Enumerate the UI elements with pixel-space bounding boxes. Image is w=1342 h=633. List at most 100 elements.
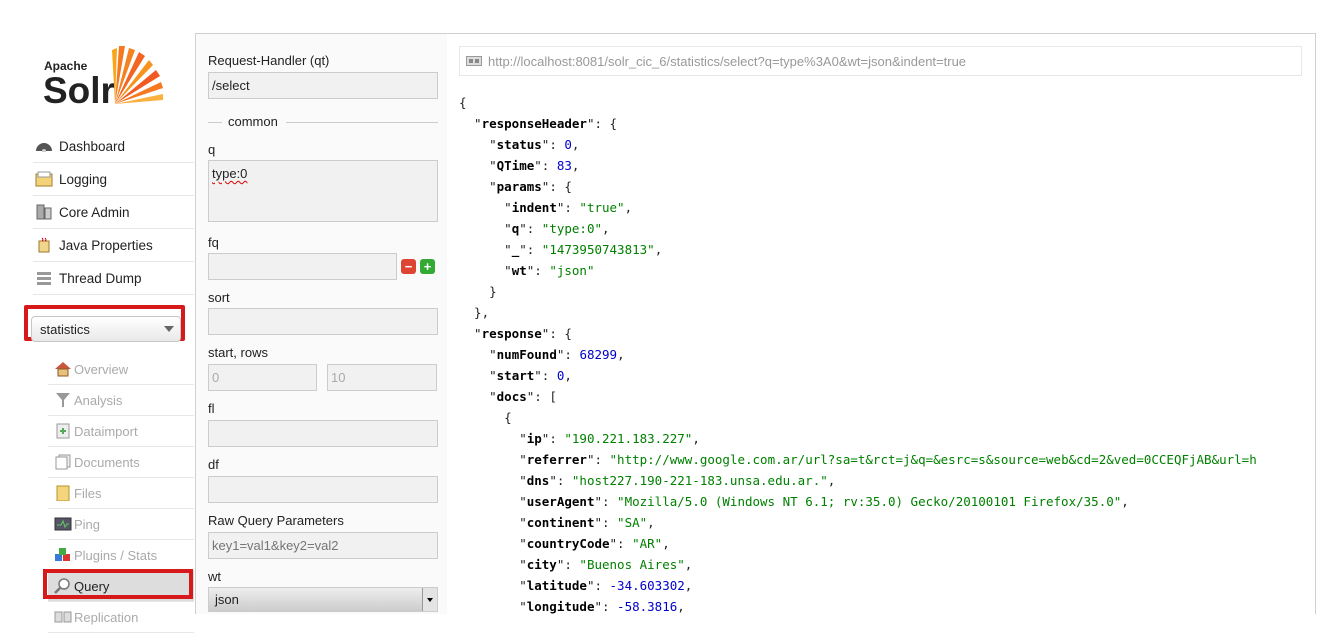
core-nav-analysis[interactable]: Analysis <box>48 385 194 416</box>
json-key: city <box>526 557 557 572</box>
json-line: "q": "type:0", <box>459 218 1257 239</box>
json-punct: " <box>459 557 527 572</box>
json-punct: { <box>459 95 467 110</box>
json-string: "1473950743813" <box>541 242 655 257</box>
json-line: { <box>459 92 1257 113</box>
json-punct: " <box>459 263 512 278</box>
json-key: response <box>481 326 542 341</box>
core-selector-value: statistics <box>40 321 90 337</box>
json-punct: ": <box>586 578 610 593</box>
sort-input[interactable] <box>208 308 438 335</box>
fq-label: fq <box>208 235 219 250</box>
json-punct: ": <box>541 431 565 446</box>
json-line: { <box>459 407 1257 428</box>
json-line: "continent": "SA", <box>459 512 1257 533</box>
json-string: "Mozilla/5.0 (Windows NT 6.1; rv:35.0) G… <box>617 494 1122 509</box>
json-line: "referrer": "http://www.google.com.ar/ur… <box>459 449 1257 470</box>
core-nav-dataimport[interactable]: Dataimport <box>48 416 194 447</box>
json-key: docs <box>496 389 527 404</box>
q-textarea[interactable]: type:0 <box>208 160 438 222</box>
fl-input[interactable] <box>208 420 438 447</box>
core-nav-plugins-stats[interactable]: Plugins / Stats <box>48 540 194 571</box>
json-number: -34.603302 <box>609 578 685 593</box>
nav-core-admin[interactable]: Core Admin <box>33 196 194 229</box>
solr-logo[interactable]: Apache Solr <box>43 42 183 112</box>
json-punct: { <box>459 410 512 425</box>
json-punct: " <box>459 221 512 236</box>
raw-query-input[interactable] <box>208 532 438 559</box>
json-punct: ": <box>609 536 633 551</box>
json-key: dns <box>526 473 550 488</box>
df-input[interactable] <box>208 476 438 503</box>
nav-thread-dump[interactable]: Thread Dump <box>33 262 194 295</box>
json-string: "true" <box>579 200 625 215</box>
nav-java-properties[interactable]: Java Properties <box>33 229 194 262</box>
java-properties-icon <box>35 237 53 253</box>
json-punct: , <box>571 137 580 152</box>
json-line: } <box>459 281 1257 302</box>
remove-fq-button[interactable]: − <box>401 259 416 274</box>
nav-logging[interactable]: Logging <box>33 163 194 196</box>
json-line: "userAgent": "Mozilla/5.0 (Windows NT 6.… <box>459 491 1257 512</box>
json-punct: " <box>459 536 527 551</box>
json-punct: " <box>459 389 497 404</box>
wt-select[interactable]: json <box>208 587 438 612</box>
sort-label: sort <box>208 290 230 305</box>
rows-input[interactable] <box>327 364 437 391</box>
core-nav-label: Replication <box>74 609 139 625</box>
json-key: longitude <box>526 599 595 614</box>
common-fieldset-legend: common <box>208 114 438 130</box>
core-nav-label: Documents <box>74 454 140 470</box>
request-url-link[interactable]: http://localhost:8081/solr_cic_6/statist… <box>488 54 966 69</box>
main-nav: Dashboard Logging Core Admin Java Proper… <box>33 130 194 295</box>
start-input[interactable] <box>208 364 317 391</box>
request-handler-input[interactable] <box>208 72 438 99</box>
json-punct: ": <box>541 137 565 152</box>
core-nav-replication[interactable]: Replication <box>48 602 194 633</box>
request-url-bar[interactable]: http://localhost:8081/solr_cic_6/statist… <box>459 46 1302 76</box>
json-punct: , <box>662 536 670 551</box>
core-nav-overview[interactable]: Overview <box>48 354 194 385</box>
core-nav-label: Ping <box>74 516 101 532</box>
json-punct: ": <box>519 242 542 257</box>
nav-label: Core Admin <box>59 204 130 220</box>
json-punct: ": <box>556 347 580 362</box>
request-handler-label: Request-Handler (qt) <box>208 53 330 68</box>
add-fq-button[interactable]: + <box>420 259 435 274</box>
json-number: 68299 <box>579 347 618 362</box>
json-key: start <box>496 368 535 383</box>
core-nav-label: Plugins / Stats <box>74 547 158 563</box>
json-punct: , <box>571 158 580 173</box>
json-punct: ": { <box>541 179 572 194</box>
json-line: "dns": "host227.190-221-183.unsa.edu.ar.… <box>459 470 1257 491</box>
json-punct: , <box>647 515 655 530</box>
json-punct: ": <box>549 473 572 488</box>
json-punct: " <box>459 368 497 383</box>
json-punct: " <box>459 242 512 257</box>
json-string: "host227.190-221-183.unsa.edu.ar." <box>571 473 828 488</box>
json-line: "latitude": -34.603302, <box>459 575 1257 596</box>
json-punct: ": [ <box>526 389 557 404</box>
json-punct: " <box>459 473 527 488</box>
query-form: Request-Handler (qt) common q type:0 fq … <box>195 33 448 614</box>
core-nav-label: Analysis <box>74 392 123 408</box>
minus-icon: − <box>404 259 413 274</box>
core-nav-label: Overview <box>74 361 129 377</box>
json-line: "wt": "json" <box>459 260 1257 281</box>
fq-input[interactable] <box>208 253 397 280</box>
json-punct: " <box>459 494 527 509</box>
core-nav-documents[interactable]: Documents <box>48 447 194 478</box>
json-key: userAgent <box>526 494 595 509</box>
plus-icon: + <box>423 259 432 274</box>
json-line: "numFound": 68299, <box>459 344 1257 365</box>
result-panel: http://localhost:8081/solr_cic_6/statist… <box>447 33 1316 614</box>
json-line: "city": "Buenos Aires", <box>459 554 1257 575</box>
query-highlight <box>43 569 193 599</box>
core-selector[interactable]: statistics <box>31 316 181 342</box>
core-nav-ping[interactable]: Ping <box>48 509 194 540</box>
json-punct: " <box>459 599 527 614</box>
json-punct: ": <box>534 158 557 173</box>
logging-icon <box>35 171 53 187</box>
core-nav-files[interactable]: Files <box>48 478 194 509</box>
nav-dashboard[interactable]: Dashboard <box>33 130 194 163</box>
